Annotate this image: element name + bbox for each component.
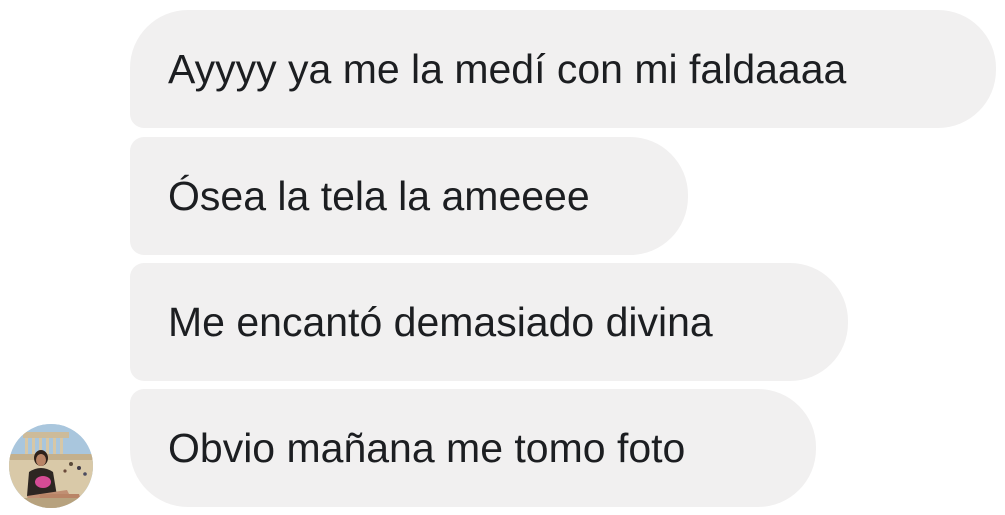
- message-thread: Ayyyy ya me la medí con mi faldaaaa Ósea…: [0, 0, 1005, 515]
- avatar-photo-icon: [9, 424, 93, 508]
- message-bubble-1[interactable]: Ayyyy ya me la medí con mi faldaaaa: [130, 10, 996, 128]
- message-bubble-2[interactable]: Ósea la tela la ameeee: [130, 137, 688, 255]
- message-bubble-3[interactable]: Me encantó demasiado divina: [130, 263, 848, 381]
- message-bubble-4[interactable]: Obvio mañana me tomo foto: [130, 389, 816, 507]
- contact-avatar[interactable]: [9, 424, 93, 508]
